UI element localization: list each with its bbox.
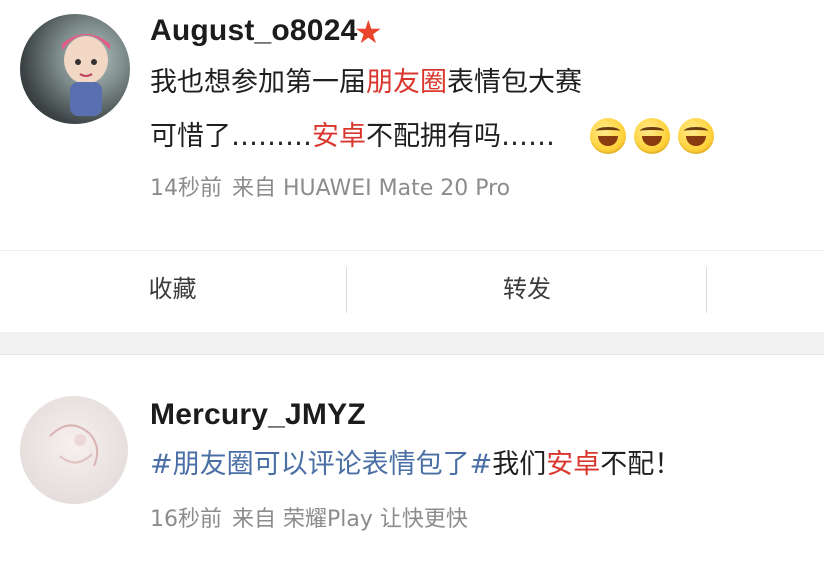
forward-button[interactable]: 转发 — [347, 251, 707, 333]
timestamp: 16秒前 — [150, 507, 222, 532]
highlighted-text: 朋友圈 — [366, 67, 447, 98]
divider — [706, 267, 707, 313]
username[interactable]: August_o8024 — [150, 14, 357, 48]
avatar[interactable] — [20, 396, 128, 504]
star-icon: ★ — [354, 13, 383, 51]
text-segment: 不配！ — [600, 449, 682, 480]
favorite-button[interactable]: 收藏 — [0, 251, 345, 333]
post-card-1: August_o8024 ★ 我也想参加第一届朋友圈表情包大赛 可惜了………安卓… — [0, 0, 824, 250]
timestamp: 14秒前 — [150, 176, 222, 201]
highlighted-text: 安卓 — [546, 449, 601, 480]
device-source: 来自 荣耀Play 让快更快 — [232, 507, 468, 532]
action-bar: 收藏 转发 — [0, 250, 824, 333]
text-segment: 我们 — [492, 449, 547, 480]
laughing-crying-emoji-icon — [590, 118, 626, 154]
avatar[interactable] — [20, 14, 130, 124]
device-source: 来自 HUAWEI Mate 20 Pro — [232, 176, 511, 201]
hashtag-link[interactable]: #朋友圈可以评论表情包了# — [150, 449, 492, 480]
text-segment: 不配拥有吗…… — [366, 121, 555, 152]
text-segment: 表情包大赛 — [447, 67, 582, 98]
text-segment: 我也想参加第一届 — [150, 67, 366, 98]
doll-avatar-image — [62, 34, 110, 116]
section-separator — [0, 332, 824, 355]
post-meta: 16秒前 来自 荣耀Play 让快更快 — [150, 506, 468, 534]
emoji-row — [590, 118, 714, 154]
post-text-line: #朋友圈可以评论表情包了#我们安卓不配！ — [150, 448, 681, 482]
username[interactable]: Mercury_JMYZ — [150, 398, 366, 432]
sketch-avatar-image — [49, 424, 99, 467]
laughing-crying-emoji-icon — [678, 118, 714, 154]
highlighted-text: 安卓 — [312, 121, 366, 152]
post-text-line: 可惜了………安卓不配拥有吗…… — [150, 120, 555, 154]
post-meta: 14秒前 来自 HUAWEI Mate 20 Pro — [150, 175, 510, 203]
laughing-crying-emoji-icon — [634, 118, 670, 154]
text-segment: 可惜了……… — [150, 121, 312, 152]
post-text-line: 我也想参加第一届朋友圈表情包大赛 — [150, 66, 582, 100]
